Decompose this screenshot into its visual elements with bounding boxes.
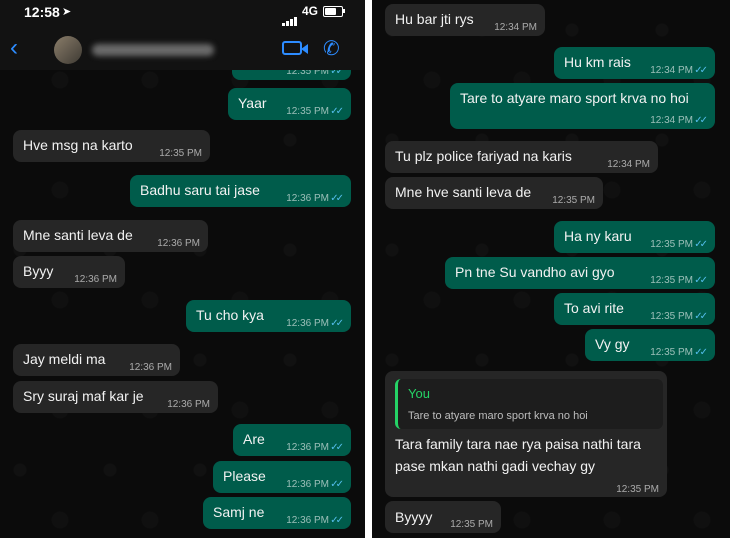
message-text: Vy gy	[595, 336, 630, 352]
incoming-message-bubble[interactable]: Hve msg na karto 12:35 PM	[13, 130, 210, 162]
message-text: Tare to atyare maro sport krva no hoi	[460, 90, 689, 106]
message-text: Tu cho kya	[196, 307, 264, 323]
battery-tip	[343, 9, 345, 13]
quote-text: Tare to atyare maro sport krva no hoi	[408, 410, 588, 422]
message-text: Samj ne	[213, 504, 265, 520]
message-text: Hu bar jti rys	[395, 11, 474, 27]
outgoing-message-bubble[interactable]: Hu km rais 12:34 PM ✓✓	[554, 47, 715, 79]
network-type: 4G	[302, 4, 319, 18]
message-time: 12:36 PM	[129, 362, 172, 373]
message-time: 12:36 PM	[167, 399, 210, 410]
left-chat-screenshot: 12:35 PM ✓✓ Yaar 12:35 PM ✓✓ Hve msg na karto…	[0, 0, 365, 538]
message-time: 12:36 PM	[286, 479, 329, 490]
message-text: To avi rite	[564, 300, 624, 316]
quote-author: You	[408, 386, 430, 401]
message-text: Badhu saru tai jase	[140, 182, 260, 198]
message-text: Yaar	[238, 95, 267, 111]
read-receipt-icon: ✓✓	[330, 515, 344, 526]
reply-text: Tara family tara nae rya paisa nathi tar…	[395, 433, 641, 477]
battery-icon	[323, 6, 343, 17]
message-text: Hu km rais	[564, 54, 631, 70]
video-call-lens[interactable]	[301, 44, 308, 54]
message-time: 12:35 PM	[552, 195, 595, 206]
message-time: 12:34 PM	[607, 159, 650, 170]
read-receipt-icon: ✓✓	[330, 318, 344, 329]
incoming-message-bubble[interactable]: Byyy 12:36 PM	[13, 256, 125, 288]
message-text: Pn tne Su vandho avi gyo	[455, 264, 615, 280]
message-time: 12:35 PM	[616, 484, 659, 495]
message-text: Mne santi leva de	[23, 227, 133, 243]
read-receipt-icon: ✓✓	[694, 239, 708, 250]
quoted-message[interactable]: You Tare to atyare maro sport krva no ho…	[395, 379, 663, 429]
message-time: 12:36 PM	[157, 238, 200, 249]
incoming-message-bubble[interactable]: Hu bar jti rys 12:34 PM	[385, 4, 545, 36]
message-time: 12:36 PM	[286, 515, 329, 526]
outgoing-message-bubble[interactable]: Tare to atyare maro sport krva no hoi 12:…	[450, 83, 715, 129]
outgoing-message-bubble[interactable]: Pn tne Su vandho avi gyo 12:35 PM ✓✓	[445, 257, 715, 289]
message-time: 12:34 PM	[650, 115, 693, 126]
contact-name-blurred[interactable]	[92, 44, 214, 56]
back-chevron-icon[interactable]: ‹	[10, 36, 18, 60]
message-text: Please	[223, 468, 266, 484]
message-time: 12:35 PM	[650, 347, 693, 358]
message-time: 12:36 PM	[286, 193, 329, 204]
incoming-message-bubble[interactable]: Sry suraj maf kar je 12:36 PM	[13, 381, 218, 413]
message-time: 12:35 PM	[650, 311, 693, 322]
read-receipt-icon: ✓✓	[330, 442, 344, 453]
message-text: Hve msg na karto	[23, 137, 133, 153]
outgoing-message-bubble[interactable]: Samj ne 12:36 PM ✓✓	[203, 497, 351, 529]
outgoing-message-bubble[interactable]: Tu cho kya 12:36 PM ✓✓	[186, 300, 351, 332]
outgoing-message-bubble[interactable]: Please 12:36 PM ✓✓	[213, 461, 351, 493]
message-time: 12:35 PM	[286, 106, 329, 117]
phone-call-icon[interactable]: ✆	[323, 36, 340, 61]
outgoing-message-bubble[interactable]: Badhu saru tai jase 12:36 PM ✓✓	[130, 175, 351, 207]
message-time: 12:34 PM	[650, 65, 693, 76]
reply-line-1: Tara family tara nae rya paisa nathi tar…	[395, 436, 641, 452]
read-receipt-icon: ✓✓	[694, 311, 708, 322]
incoming-message-bubble[interactable]: Mne hve santi leva de 12:35 PM	[385, 177, 603, 209]
message-time: 12:35 PM	[159, 148, 202, 159]
message-text: Are	[243, 431, 265, 447]
reply-line-2: pase mkan nathi gadi vechay gy	[395, 458, 596, 474]
outgoing-message-bubble[interactable]: To avi rite 12:35 PM ✓✓	[554, 293, 715, 325]
read-receipt-icon: ✓✓	[694, 347, 708, 358]
message-time: 12:35 PM	[650, 275, 693, 286]
message-text: Byyy	[23, 263, 54, 279]
read-receipt-icon: ✓✓	[330, 193, 344, 204]
location-arrow-icon: ➤	[62, 6, 72, 18]
incoming-message-bubble[interactable]: Mne santi leva de 12:36 PM	[13, 220, 208, 252]
read-receipt-icon: ✓✓	[694, 115, 708, 126]
message-time: 12:36 PM	[74, 274, 117, 285]
outgoing-message-bubble[interactable]: Yaar 12:35 PM ✓✓	[228, 88, 351, 120]
message-time: 12:36 PM	[286, 442, 329, 453]
read-receipt-icon: ✓✓	[330, 479, 344, 490]
signal-icon	[282, 8, 298, 26]
message-bubble-last[interactable]: Byyyy 12:35 PM	[385, 501, 501, 533]
right-chat-screenshot: Hu bar jti rys 12:34 PM Hu km rais 12:34 PM…	[372, 0, 730, 538]
message-text: Ha ny karu	[564, 228, 632, 244]
message-text: Jay meldi ma	[23, 351, 106, 367]
video-call-icon[interactable]	[282, 41, 302, 55]
message-text: Mne hve santi leva de	[395, 184, 532, 200]
message-time: 12:34 PM	[494, 22, 537, 33]
outgoing-message-bubble[interactable]: Ha ny karu 12:35 PM ✓✓	[554, 221, 715, 253]
read-receipt-icon: ✓✓	[694, 275, 708, 286]
outgoing-message-bubble[interactable]: Vy gy 12:35 PM ✓✓	[585, 329, 715, 361]
message-time: 12:36 PM	[286, 318, 329, 329]
outgoing-message-bubble[interactable]: Are 12:36 PM ✓✓	[233, 424, 351, 456]
message-time: 12:35 PM	[450, 519, 493, 530]
chat-header: 12:58 ➤ 4G ‹ ✆	[0, 0, 365, 70]
message-text: Sry suraj maf kar je	[23, 388, 144, 404]
message-text: Byyyy	[395, 509, 433, 525]
incoming-message-bubble[interactable]: Tu plz police fariyad na karis 12:34 PM	[385, 141, 658, 173]
read-receipt-icon: ✓✓	[330, 106, 344, 117]
incoming-message-bubble[interactable]: Jay meldi ma 12:36 PM	[13, 344, 180, 376]
reply-message-bubble[interactable]: You Tare to atyare maro sport krva no ho…	[385, 371, 667, 497]
read-receipt-icon: ✓✓	[694, 65, 708, 76]
message-time: 12:35 PM	[650, 239, 693, 250]
message-text: Tu plz police fariyad na karis	[395, 148, 572, 164]
status-time: 12:58	[24, 4, 60, 20]
avatar[interactable]	[54, 36, 82, 64]
